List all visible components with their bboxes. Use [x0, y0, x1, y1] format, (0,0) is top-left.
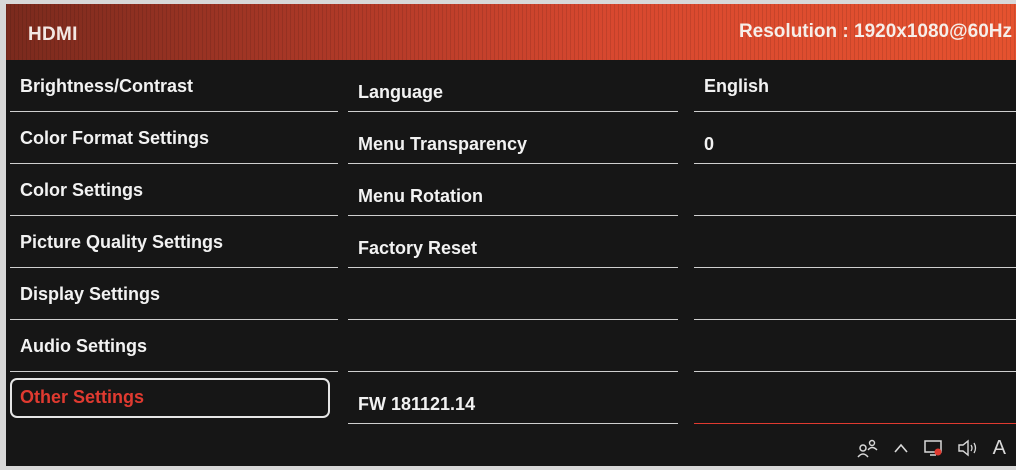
network-icon[interactable] [923, 439, 943, 457]
submenu-item-label: Language [358, 82, 444, 102]
input-source-label: HDMI [28, 24, 78, 45]
menu-item-audio-settings[interactable]: Audio Settings [10, 320, 338, 372]
osd-header: HDMI Resolution : 1920x1080@60Hz [6, 4, 1016, 60]
divider [694, 423, 1016, 424]
chevron-up-icon[interactable] [893, 442, 909, 454]
value-language[interactable]: English [694, 60, 1016, 112]
menu-item-label: Audio Settings [20, 336, 147, 356]
menu-item-other-settings[interactable]: Other Settings [10, 372, 338, 424]
value-empty [694, 320, 1016, 372]
value-empty [694, 372, 1016, 424]
menu-item-display-settings[interactable]: Display Settings [10, 268, 338, 320]
value-label: English [704, 76, 770, 96]
monitor-osd: HDMI Resolution : 1920x1080@60Hz Brightn… [6, 4, 1016, 466]
submenu-item-factory-reset[interactable]: Factory Reset [348, 216, 678, 268]
menu-item-color-settings[interactable]: Color Settings [10, 164, 338, 216]
menu-item-label: Other Settings [20, 387, 145, 407]
main-menu: Brightness/Contrast Color Format Setting… [10, 60, 338, 424]
menu-item-label: Picture Quality Settings [20, 232, 224, 252]
ime-indicator[interactable]: A [993, 437, 1006, 460]
firmware-version: FW 181121.14 [348, 372, 678, 424]
submenu-item-menu-transparency[interactable]: Menu Transparency [348, 112, 678, 164]
submenu-item-label: Factory Reset [358, 238, 478, 258]
value-label: 0 [704, 134, 715, 154]
divider [10, 423, 338, 424]
submenu-item-label: Menu Transparency [358, 134, 528, 154]
menu-item-label: Brightness/Contrast [20, 76, 194, 96]
value-empty [694, 268, 1016, 320]
menu-item-brightness-contrast[interactable]: Brightness/Contrast [10, 60, 338, 112]
submenu-item-label: Menu Rotation [358, 186, 483, 206]
submenu-item-empty [348, 320, 678, 372]
menu-item-picture-quality-settings[interactable]: Picture Quality Settings [10, 216, 338, 268]
value-factory-reset[interactable] [694, 216, 1016, 268]
submenu: Language Menu Transparency Menu Rotation… [348, 60, 678, 424]
menu-item-label: Display Settings [20, 284, 161, 304]
submenu-item-language[interactable]: Language [348, 60, 678, 112]
value-column: English 0 [694, 60, 1016, 424]
menu-item-label: Color Settings [20, 180, 144, 200]
menu-item-label: Color Format Settings [20, 128, 210, 148]
value-menu-rotation[interactable] [694, 164, 1016, 216]
value-menu-transparency[interactable]: 0 [694, 112, 1016, 164]
submenu-item-menu-rotation[interactable]: Menu Rotation [348, 164, 678, 216]
firmware-version-label: FW 181121.14 [358, 394, 476, 414]
resolution-label: Resolution : 1920x1080@60Hz [738, 21, 1012, 42]
menu-item-color-format-settings[interactable]: Color Format Settings [10, 112, 338, 164]
people-icon[interactable] [857, 438, 879, 458]
divider [348, 423, 678, 424]
system-tray: A [857, 434, 1006, 462]
speaker-icon[interactable] [957, 439, 979, 457]
submenu-item-empty [348, 268, 678, 320]
